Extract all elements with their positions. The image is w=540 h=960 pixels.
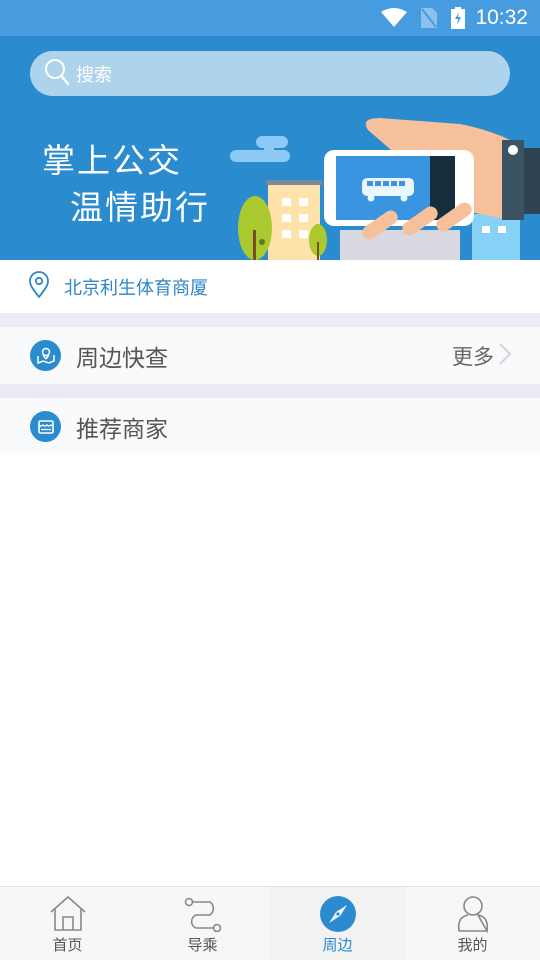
banner-illustration xyxy=(230,118,540,260)
search-icon xyxy=(44,58,70,90)
more-button[interactable]: 更多 xyxy=(452,327,512,384)
nav-label: 我的 xyxy=(457,936,488,954)
battery-charging-icon xyxy=(451,7,466,29)
nav-label: 周边 xyxy=(322,936,353,954)
bottom-nav: 首页 导乘 周边 我的 xyxy=(0,886,540,960)
no-sim-icon xyxy=(421,8,438,28)
section-title: 推荐商家 xyxy=(76,416,168,443)
store-icon xyxy=(30,411,61,442)
divider xyxy=(0,313,540,327)
chevron-right-icon xyxy=(498,342,512,370)
banner-slogan-line1: 掌上公交 xyxy=(42,141,182,180)
more-label: 更多 xyxy=(452,344,494,369)
section-title: 周边快查 xyxy=(76,345,168,372)
location-text: 北京利生体育商厦 xyxy=(64,277,208,299)
route-icon xyxy=(184,895,222,933)
map-pin-icon xyxy=(30,340,61,371)
nav-item-profile[interactable]: 我的 xyxy=(405,887,540,960)
banner-slogan-line2: 温情助行 xyxy=(70,188,210,227)
cloud-icon xyxy=(230,136,290,162)
nav-item-home[interactable]: 首页 xyxy=(0,887,135,960)
header-banner: 搜索 掌上公交 温情助行 xyxy=(0,36,540,260)
divider xyxy=(0,384,540,398)
search-placeholder: 搜索 xyxy=(76,64,112,86)
current-location[interactable]: 北京利生体育商厦 xyxy=(0,260,540,313)
compass-icon xyxy=(319,895,357,933)
status-time: 10:32 xyxy=(475,6,528,29)
nav-item-route[interactable]: 导乘 xyxy=(135,887,270,960)
user-icon xyxy=(456,895,490,933)
wifi-icon xyxy=(381,8,408,28)
section-recommended-merchants: 推荐商家 xyxy=(0,398,540,455)
nav-label: 导乘 xyxy=(187,936,218,954)
section-nearby-quick-search: 周边快查 更多 xyxy=(0,327,540,384)
screen: 10:32 搜索 掌上公交 温情助行 北京利生体育商厦 周边快查 更多 推荐商家… xyxy=(0,0,540,960)
nav-label: 首页 xyxy=(52,936,83,954)
location-pin-icon xyxy=(28,270,50,303)
home-icon xyxy=(49,895,87,933)
nav-item-nearby[interactable]: 周边 xyxy=(270,887,405,960)
status-bar: 10:32 xyxy=(0,0,540,36)
search-input[interactable]: 搜索 xyxy=(30,51,510,96)
